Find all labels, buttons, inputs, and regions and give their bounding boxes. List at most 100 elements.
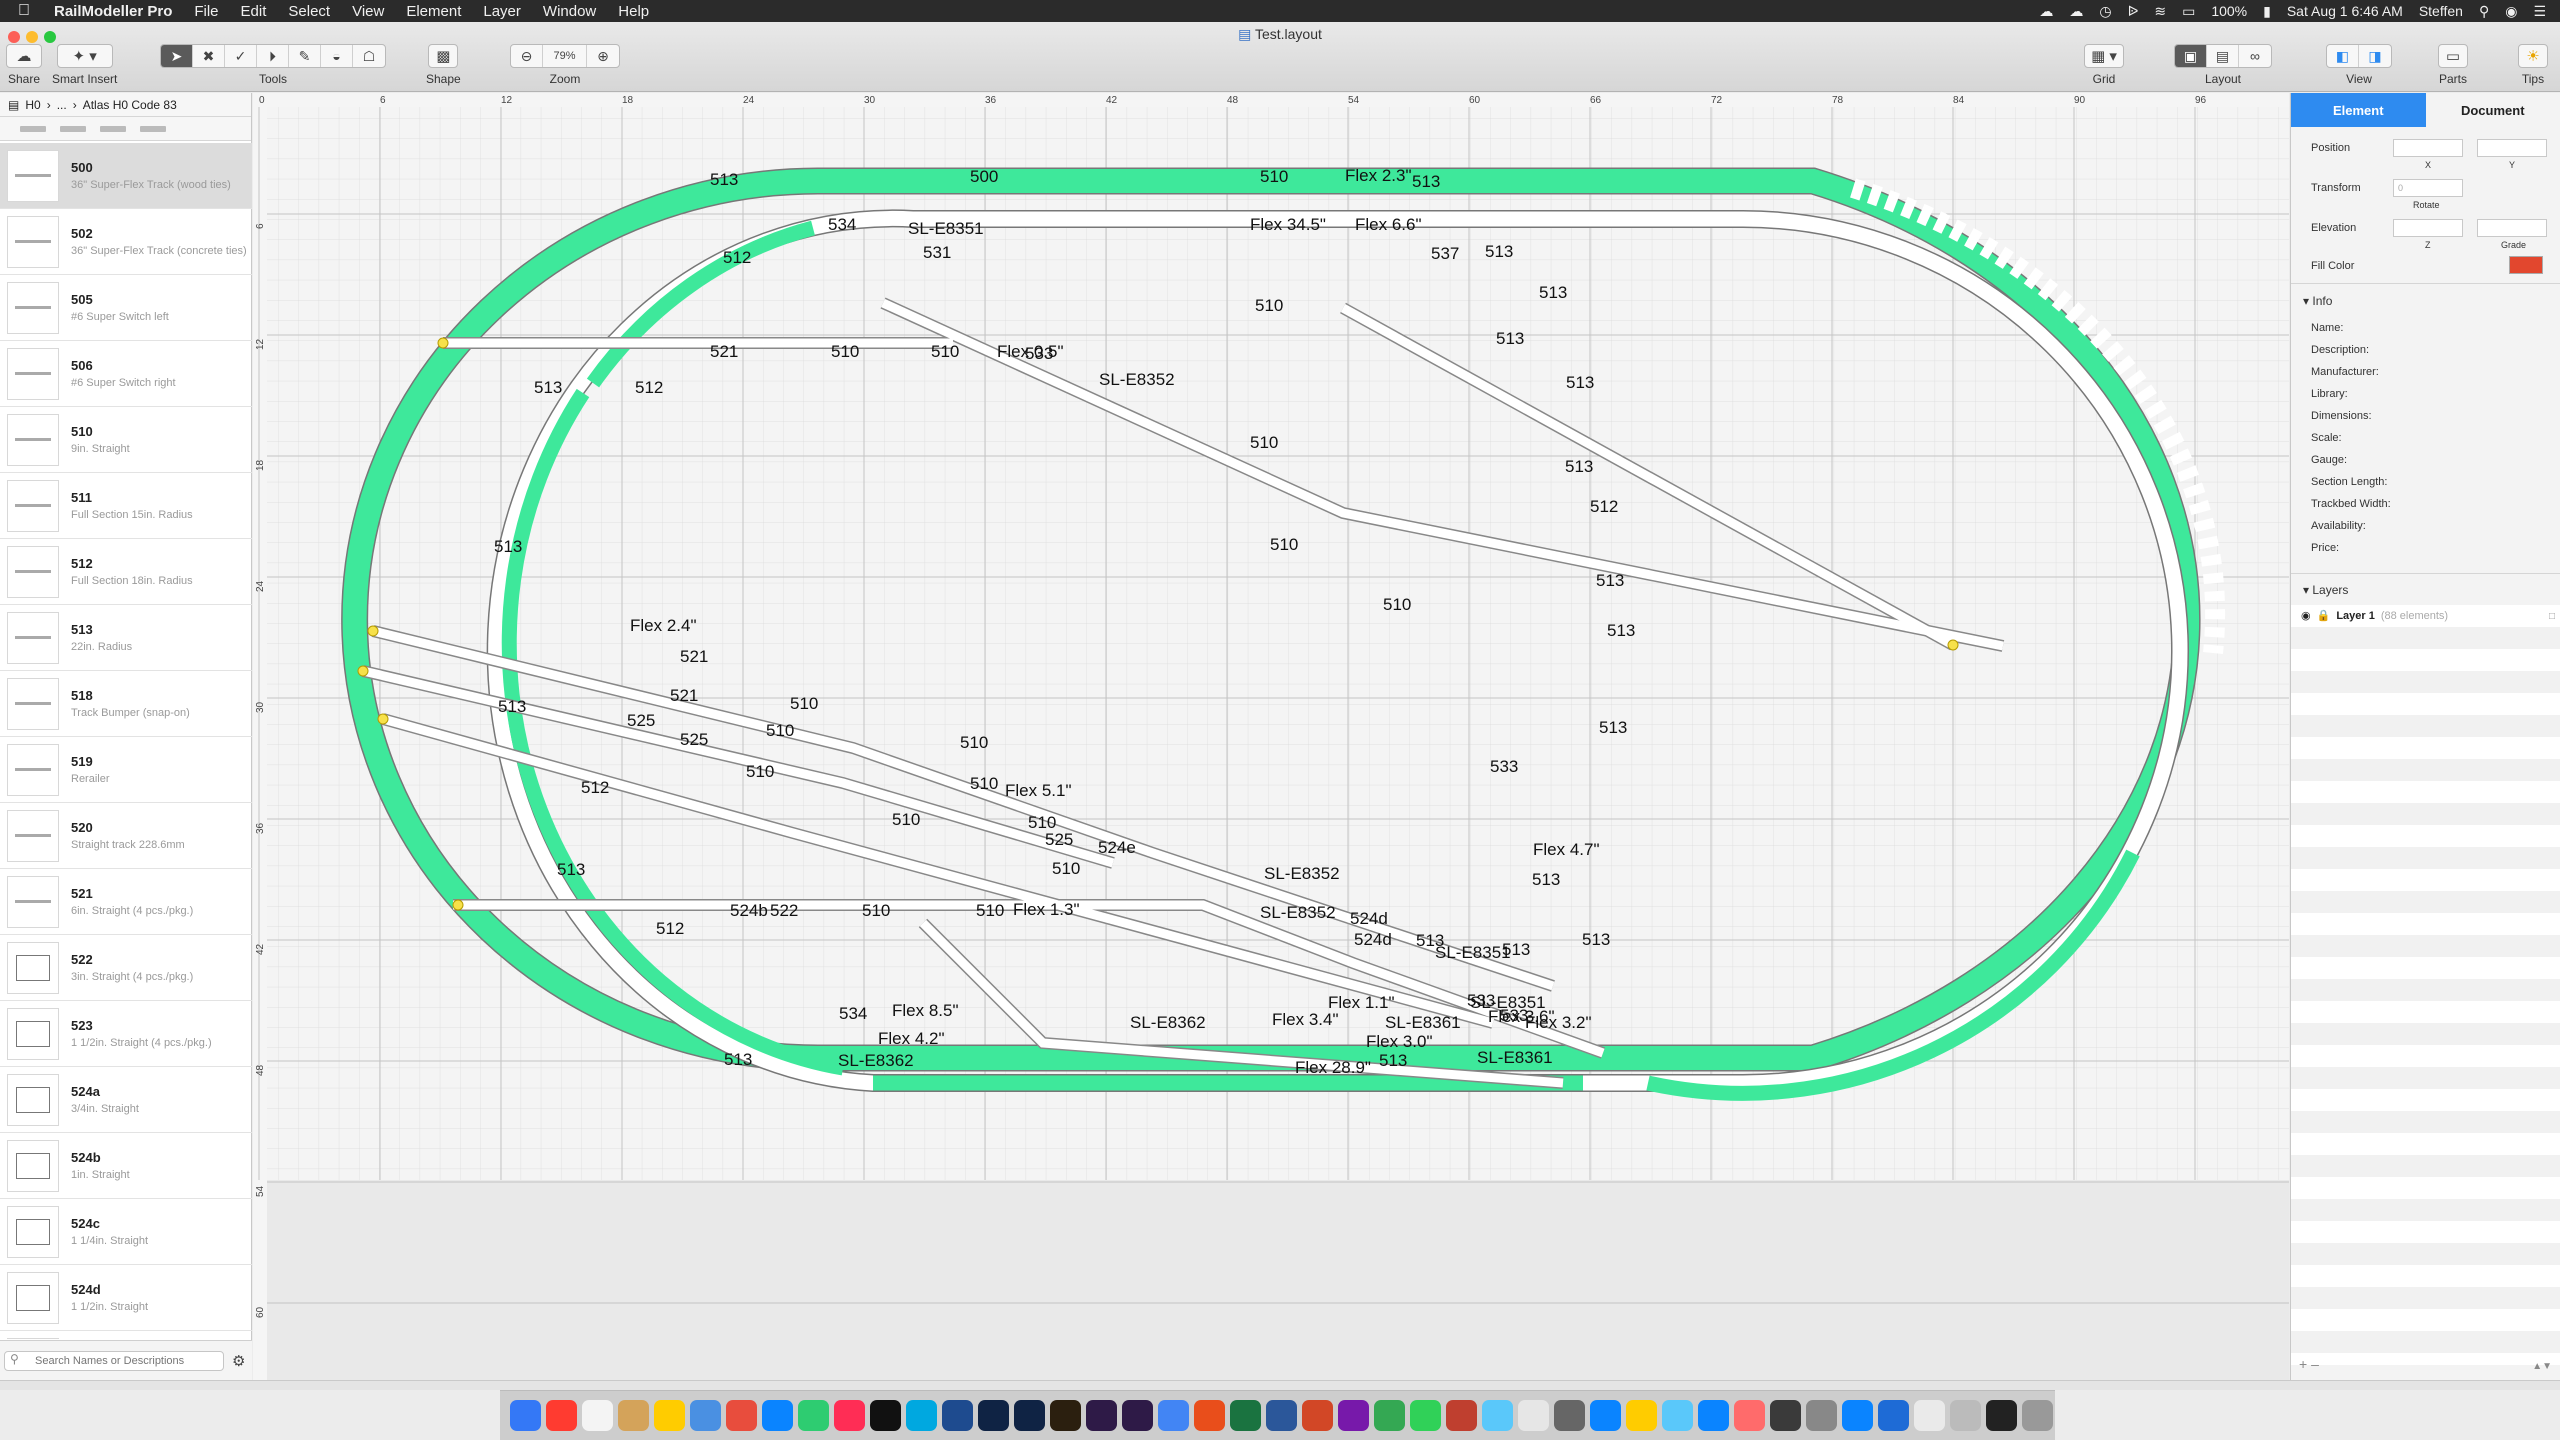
track-label[interactable]: 510 xyxy=(790,694,818,713)
track-label[interactable]: Flex 4.2" xyxy=(878,1029,945,1048)
parts-list-item[interactable]: 523 1 1/2in. Straight (4 pcs./pkg.) xyxy=(0,1001,252,1067)
tab-document[interactable]: Document xyxy=(2426,93,2560,127)
position-x-field[interactable] xyxy=(2393,139,2463,157)
dock-app-icon[interactable] xyxy=(1374,1400,1405,1431)
dock-app-icon[interactable] xyxy=(654,1400,685,1431)
track-label[interactable]: 537 xyxy=(1431,244,1459,263)
track-label[interactable]: 513 xyxy=(534,378,562,397)
track-label[interactable]: 510 xyxy=(1260,167,1288,186)
grade-field[interactable] xyxy=(2477,219,2547,237)
info-section-header[interactable]: ▾ Info xyxy=(2303,294,2332,308)
dock-app-icon[interactable] xyxy=(1698,1400,1729,1431)
track-label[interactable]: 525 xyxy=(680,730,708,749)
zoom-value[interactable]: 79% xyxy=(543,45,587,67)
apple-icon[interactable]:  xyxy=(18,3,34,19)
track-label[interactable]: Flex 8.5" xyxy=(892,1001,959,1020)
layer-row[interactable]: ◉ 🔒 Layer 1 (88 elements) xyxy=(2301,609,2448,623)
parts-list-item[interactable]: 524d 1 1/2in. Straight xyxy=(0,1265,252,1331)
parts-list-item[interactable]: 502 36" Super-Flex Track (concrete ties) xyxy=(0,209,252,275)
track-label[interactable]: 510 xyxy=(1255,296,1283,315)
rotate-field[interactable]: 0 xyxy=(2393,179,2463,197)
dock-app-icon[interactable] xyxy=(870,1400,901,1431)
track-label[interactable]: 521 xyxy=(680,647,708,666)
layer-name[interactable]: Layer 1 xyxy=(2336,610,2375,622)
breadcrumb-library[interactable]: Atlas H0 Code 83 xyxy=(83,98,177,112)
track-label[interactable]: 534 xyxy=(839,1004,867,1023)
bumper-marker[interactable] xyxy=(1947,639,1959,651)
reorder-layer-icon[interactable]: ▲▼ xyxy=(2532,1361,2552,1372)
breadcrumb-ellipsis[interactable]: ... xyxy=(57,98,67,112)
app-menu[interactable]: RailModeller Pro xyxy=(54,3,172,20)
bumper-marker[interactable] xyxy=(437,337,449,349)
parts-list-item[interactable]: 520 Straight track 228.6mm xyxy=(0,803,252,869)
dock-app-icon[interactable] xyxy=(942,1400,973,1431)
track-label[interactable]: 534 xyxy=(828,215,856,234)
parts-list-item[interactable]: 524c 1 1/4in. Straight xyxy=(0,1199,252,1265)
track-label[interactable]: 513 xyxy=(1485,242,1513,261)
sidebar-toggle-icon[interactable]: ▤ xyxy=(8,98,19,112)
battery-icon[interactable]: ▮ xyxy=(2263,3,2271,20)
dock-app-icon[interactable] xyxy=(978,1400,1009,1431)
dock-app-icon[interactable] xyxy=(618,1400,649,1431)
track-label[interactable]: 510 xyxy=(931,342,959,361)
dock-app-icon[interactable] xyxy=(1806,1400,1837,1431)
select-tool-icon[interactable]: ➤ xyxy=(161,45,193,67)
track-label[interactable]: 513 xyxy=(1596,571,1624,590)
spotlight-search-icon[interactable]: ⚲ xyxy=(2479,3,2489,20)
track-label[interactable]: 512 xyxy=(656,919,684,938)
tunnel-tool-icon[interactable]: ◒ xyxy=(321,45,353,67)
track-label[interactable]: 531 xyxy=(923,243,951,262)
parts-list-item[interactable]: 522 3in. Straight (4 pcs./pkg.) xyxy=(0,935,252,1001)
dock-app-icon[interactable] xyxy=(1590,1400,1621,1431)
track-label[interactable]: 533 xyxy=(1490,757,1518,776)
elevation-z-field[interactable] xyxy=(2393,219,2463,237)
dock-app-icon[interactable] xyxy=(1014,1400,1045,1431)
parts-list-item[interactable]: 505 #6 Super Switch left xyxy=(0,275,252,341)
track-label[interactable]: 513 xyxy=(1566,373,1594,392)
zoom-in-icon[interactable]: ⊕ xyxy=(587,45,619,67)
track-label[interactable]: 522 xyxy=(770,901,798,920)
menu-select[interactable]: Select xyxy=(288,3,330,20)
track-label[interactable]: 512 xyxy=(1590,497,1618,516)
track-label[interactable]: 510 xyxy=(1250,433,1278,452)
dock-app-icon[interactable] xyxy=(762,1400,793,1431)
track-label[interactable]: 512 xyxy=(635,378,663,397)
bumper-marker[interactable] xyxy=(367,625,379,637)
dock-app-icon[interactable] xyxy=(1518,1400,1549,1431)
track-label[interactable]: 513 xyxy=(1565,457,1593,476)
dock-app-icon[interactable] xyxy=(1446,1400,1477,1431)
menu-element[interactable]: Element xyxy=(406,3,461,20)
track-label[interactable]: SL-E8351 xyxy=(908,219,984,238)
track-label[interactable]: 513 xyxy=(494,537,522,556)
track-label[interactable]: 510 xyxy=(766,721,794,740)
track-label[interactable]: 513 xyxy=(1532,870,1560,889)
dock-app-icon[interactable] xyxy=(510,1400,541,1431)
menu-file[interactable]: File xyxy=(194,3,218,20)
layer-options-icon[interactable]: □ xyxy=(2549,611,2555,622)
track-label[interactable]: 521 xyxy=(710,342,738,361)
menu-window[interactable]: Window xyxy=(543,3,596,20)
layout-split-icon[interactable]: ▤ xyxy=(2207,45,2239,67)
track-label[interactable]: 513 xyxy=(1539,283,1567,302)
parts-list-item[interactable]: 510 9in. Straight xyxy=(0,407,252,473)
dock-app-icon[interactable] xyxy=(834,1400,865,1431)
bumper-marker[interactable] xyxy=(357,665,369,677)
track-label[interactable]: 524b xyxy=(730,901,768,920)
track-label[interactable]: 513 xyxy=(1416,931,1444,950)
layout-3d-icon[interactable]: ∞ xyxy=(2239,45,2271,67)
track-label[interactable]: SL-E8362 xyxy=(1130,1013,1206,1032)
track-label[interactable]: 525 xyxy=(1045,830,1073,849)
menubar-clock[interactable]: Sat Aug 1 6:46 AM xyxy=(2287,3,2403,19)
parts-list-item[interactable]: 521 6in. Straight (4 pcs./pkg.) xyxy=(0,869,252,935)
track-label[interactable]: 524d xyxy=(1350,909,1388,928)
layers-section-header[interactable]: ▾ Layers xyxy=(2303,583,2348,597)
dock-app-icon[interactable] xyxy=(1770,1400,1801,1431)
dock-app-icon[interactable] xyxy=(1482,1400,1513,1431)
filter-accessory-icon[interactable] xyxy=(140,125,166,132)
parts-list-item[interactable]: 506 #6 Super Switch right xyxy=(0,341,252,407)
track-label[interactable]: 524d xyxy=(1354,930,1392,949)
track-label[interactable]: 512 xyxy=(723,248,751,267)
grid-button[interactable]: ▦ ▾ xyxy=(2084,44,2124,68)
track-label[interactable]: SL-E8352 xyxy=(1099,370,1175,389)
layout-single-icon[interactable]: ▣ xyxy=(2175,45,2207,67)
